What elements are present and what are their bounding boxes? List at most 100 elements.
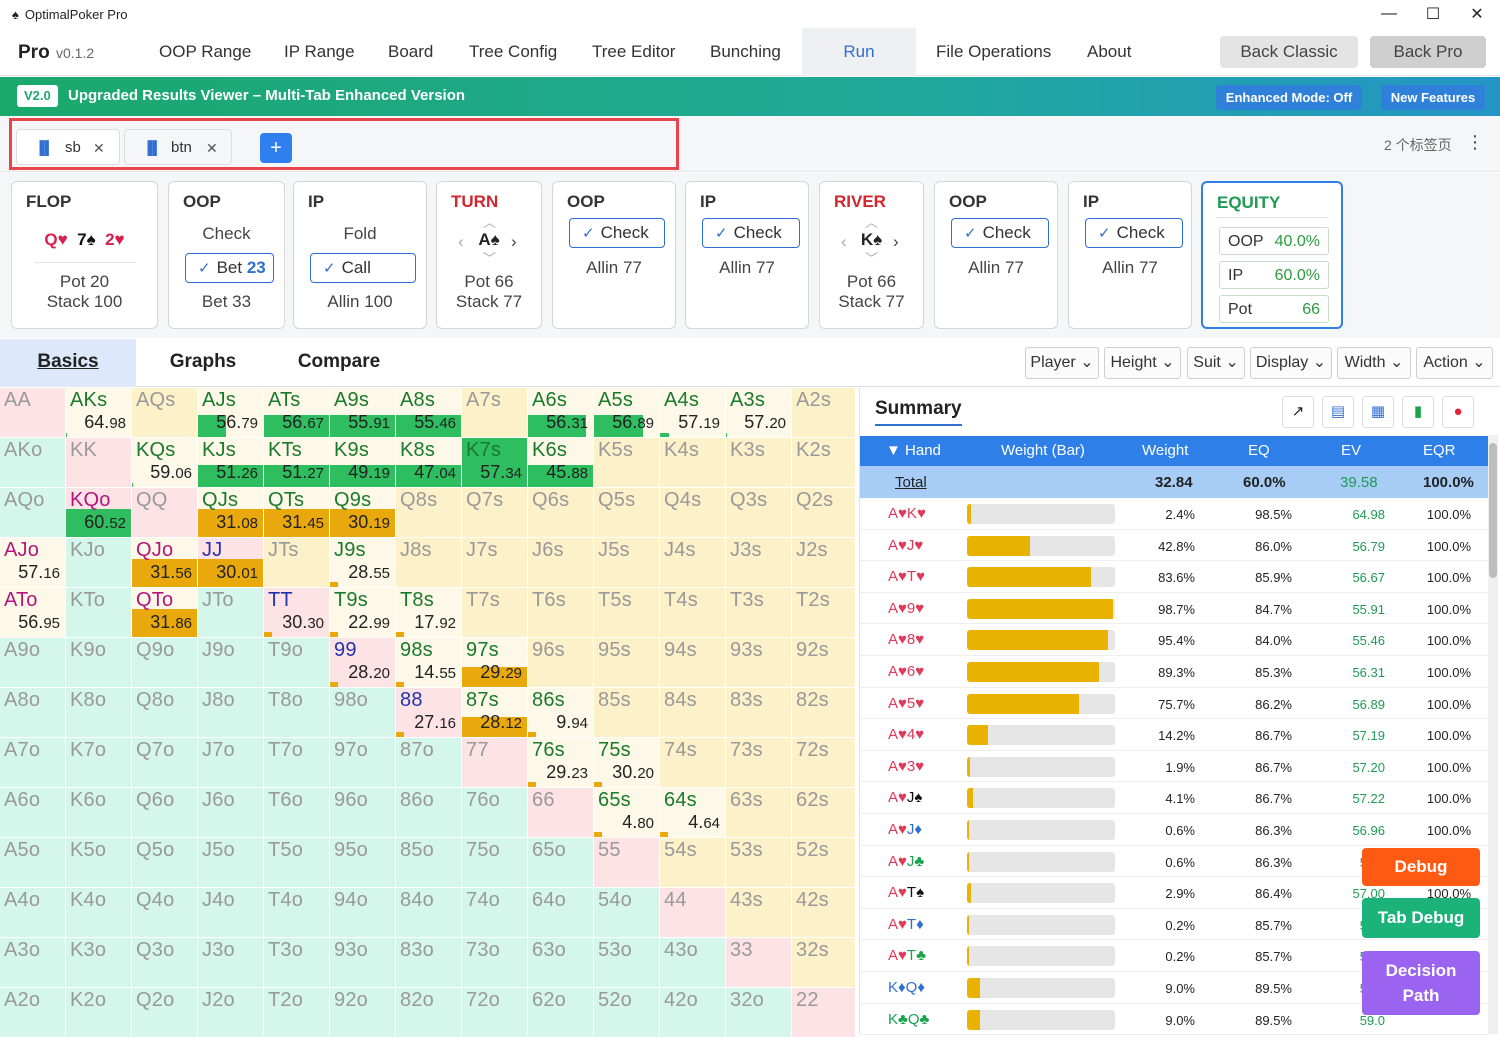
tab-basics[interactable]: Basics xyxy=(0,339,136,387)
hand-cell-84s[interactable]: 84s xyxy=(660,688,726,738)
chevron-up-icon[interactable]: ︿ xyxy=(865,212,878,231)
hand-cell-AJs[interactable]: AJs 56.79 xyxy=(198,388,264,438)
hand-cell-KTs[interactable]: KTs 51.27 xyxy=(264,438,330,488)
hand-cell-64o[interactable]: 64o xyxy=(528,888,594,938)
hand-cell-AA[interactable]: AA xyxy=(0,388,66,438)
oop-action-card-2[interactable]: OOP ✓ Check Allin 77 xyxy=(552,181,676,329)
hand-cell-QTo[interactable]: QTo 31.86 xyxy=(132,588,198,638)
hand-cell-J9o[interactable]: J9o xyxy=(198,638,264,688)
hand-cell-73s[interactable]: 73s xyxy=(726,738,792,788)
menu-run-solver[interactable]: Run Solver xyxy=(802,28,916,109)
hand-cell-97o[interactable]: 97o xyxy=(330,738,396,788)
hand-cell-54o[interactable]: 54o xyxy=(594,888,660,938)
chevron-down-icon[interactable]: ﹀ xyxy=(483,248,496,267)
scrollbar-thumb[interactable] xyxy=(1489,443,1497,578)
menu-ip-range[interactable]: IP Range xyxy=(268,28,371,76)
menu-bunching[interactable]: Bunching xyxy=(694,28,797,76)
tab-graphs[interactable]: Graphs xyxy=(150,339,256,387)
hand-cell-J4o[interactable]: J4o xyxy=(198,888,264,938)
hand-cell-K4o[interactable]: K4o xyxy=(66,888,132,938)
debug-button[interactable]: Debug xyxy=(1362,848,1480,886)
hand-cell-A4s[interactable]: A4s 57.19 xyxy=(660,388,726,438)
hand-cell-QQ[interactable]: QQ xyxy=(132,488,198,538)
hand-cell-QJo[interactable]: QJo 31.56 xyxy=(132,538,198,588)
hand-cell-ATo[interactable]: ATo 56.95 xyxy=(0,588,66,638)
width-dropdown[interactable]: Width ⌄ xyxy=(1337,347,1411,379)
hand-cell-85s[interactable]: 85s xyxy=(594,688,660,738)
hand-cell-K3o[interactable]: K3o xyxy=(66,938,132,988)
action-call-selected[interactable]: ✓ Call xyxy=(310,253,416,283)
hand-cell-85o[interactable]: 85o xyxy=(396,838,462,888)
flop-card[interactable]: FLOP Q♥ 7♠ 2♥ Pot 20 Stack 100 xyxy=(11,181,158,329)
action-allin[interactable]: Allin 77 xyxy=(935,258,1057,278)
hand-cell-95o[interactable]: 95o xyxy=(330,838,396,888)
column-eq[interactable]: EQ xyxy=(1248,442,1270,459)
hand-cell-76o[interactable]: 76o xyxy=(462,788,528,838)
hand-cell-74s[interactable]: 74s xyxy=(660,738,726,788)
hand-cell-92o[interactable]: 92o xyxy=(330,988,396,1038)
hand-cell-73o[interactable]: 73o xyxy=(462,938,528,988)
hand-cell-A3s[interactable]: A3s 57.20 xyxy=(726,388,792,438)
hand-cell-88[interactable]: 88 27.16 xyxy=(396,688,462,738)
hand-cell-QJs[interactable]: QJs 31.08 xyxy=(198,488,264,538)
hand-cell-Q9o[interactable]: Q9o xyxy=(132,638,198,688)
hand-cell-66[interactable]: 66 xyxy=(528,788,594,838)
hand-cell-K2o[interactable]: K2o xyxy=(66,988,132,1038)
action-check-selected[interactable]: ✓ Check xyxy=(1085,218,1183,248)
hand-cell-96s[interactable]: 96s xyxy=(528,638,594,688)
hand-cell-93o[interactable]: 93o xyxy=(330,938,396,988)
hand-cell-A2o[interactable]: A2o xyxy=(0,988,66,1038)
hand-cell-53o[interactable]: 53o xyxy=(594,938,660,988)
hand-cell-AQo[interactable]: AQo xyxy=(0,488,66,538)
hand-cell-A5o[interactable]: A5o xyxy=(0,838,66,888)
hand-cell-QTs[interactable]: QTs 31.45 xyxy=(264,488,330,538)
hand-cell-44[interactable]: 44 xyxy=(660,888,726,938)
hand-cell-Q4s[interactable]: Q4s xyxy=(660,488,726,538)
chevron-up-icon[interactable]: ︿ xyxy=(483,212,496,231)
hand-cell-T4o[interactable]: T4o xyxy=(264,888,330,938)
hand-cell-82o[interactable]: 82o xyxy=(396,988,462,1038)
hand-cell-K9o[interactable]: K9o xyxy=(66,638,132,688)
hand-cell-T2s[interactable]: T2s xyxy=(792,588,856,638)
summary-row[interactable]: A♥J♥ 42.8% 86.0% 56.79 100.0% xyxy=(860,530,1489,562)
summary-row[interactable]: A♥T♥ 83.6% 85.9% 56.67 100.0% xyxy=(860,561,1489,593)
back-pro-button[interactable]: Back Pro xyxy=(1370,36,1486,68)
height-dropdown[interactable]: Height ⌄ xyxy=(1104,347,1181,379)
external-link-icon[interactable]: ↗ xyxy=(1282,396,1314,428)
hand-cell-K9s[interactable]: K9s 49.19 xyxy=(330,438,396,488)
hand-cell-Q7o[interactable]: Q7o xyxy=(132,738,198,788)
hand-cell-T5s[interactable]: T5s xyxy=(594,588,660,638)
hand-cell-A8s[interactable]: A8s 55.46 xyxy=(396,388,462,438)
hand-cell-43s[interactable]: 43s xyxy=(726,888,792,938)
hand-cell-52s[interactable]: 52s xyxy=(792,838,856,888)
new-features-button[interactable]: New Features xyxy=(1381,85,1485,110)
column-eqr[interactable]: EQR xyxy=(1423,442,1456,459)
turn-card[interactable]: TURN ︿ ‹ A♠ › ﹀ Pot 66 Stack 77 xyxy=(436,181,542,329)
maximize-icon[interactable]: ☐ xyxy=(1410,0,1456,28)
back-classic-button[interactable]: Back Classic xyxy=(1220,36,1358,68)
hand-cell-K4s[interactable]: K4s xyxy=(660,438,726,488)
hand-cell-K7s[interactable]: K7s 57.34 xyxy=(462,438,528,488)
hand-cell-K5s[interactable]: K5s xyxy=(594,438,660,488)
hand-cell-86s[interactable]: 86s 9.94 xyxy=(528,688,594,738)
hand-cell-KJs[interactable]: KJs 51.26 xyxy=(198,438,264,488)
hand-cell-JTs[interactable]: JTs xyxy=(264,538,330,588)
menu-tree-config[interactable]: Tree Config xyxy=(453,28,573,76)
hand-cell-Q5o[interactable]: Q5o xyxy=(132,838,198,888)
hand-cell-A4o[interactable]: A4o xyxy=(0,888,66,938)
hand-cell-J2s[interactable]: J2s xyxy=(792,538,856,588)
hand-cell-76s[interactable]: 76s 29.23 xyxy=(528,738,594,788)
hand-cell-64s[interactable]: 64s 4.64 xyxy=(660,788,726,838)
menu-tree-editor[interactable]: Tree Editor xyxy=(576,28,691,76)
menu-oop-range[interactable]: OOP Range xyxy=(143,28,267,76)
column-ev[interactable]: EV xyxy=(1341,442,1361,459)
menu-board[interactable]: Board xyxy=(372,28,449,76)
hand-cell-K8s[interactable]: K8s 47.04 xyxy=(396,438,462,488)
hand-cell-Q7s[interactable]: Q7s xyxy=(462,488,528,538)
hand-cell-AQs[interactable]: AQs xyxy=(132,388,198,438)
add-tab-button[interactable]: + xyxy=(260,133,292,163)
hand-cell-AKs[interactable]: AKs 64.98 xyxy=(66,388,132,438)
hand-cell-J5s[interactable]: J5s xyxy=(594,538,660,588)
display-dropdown[interactable]: Display ⌄ xyxy=(1250,347,1332,379)
hand-cell-65o[interactable]: 65o xyxy=(528,838,594,888)
